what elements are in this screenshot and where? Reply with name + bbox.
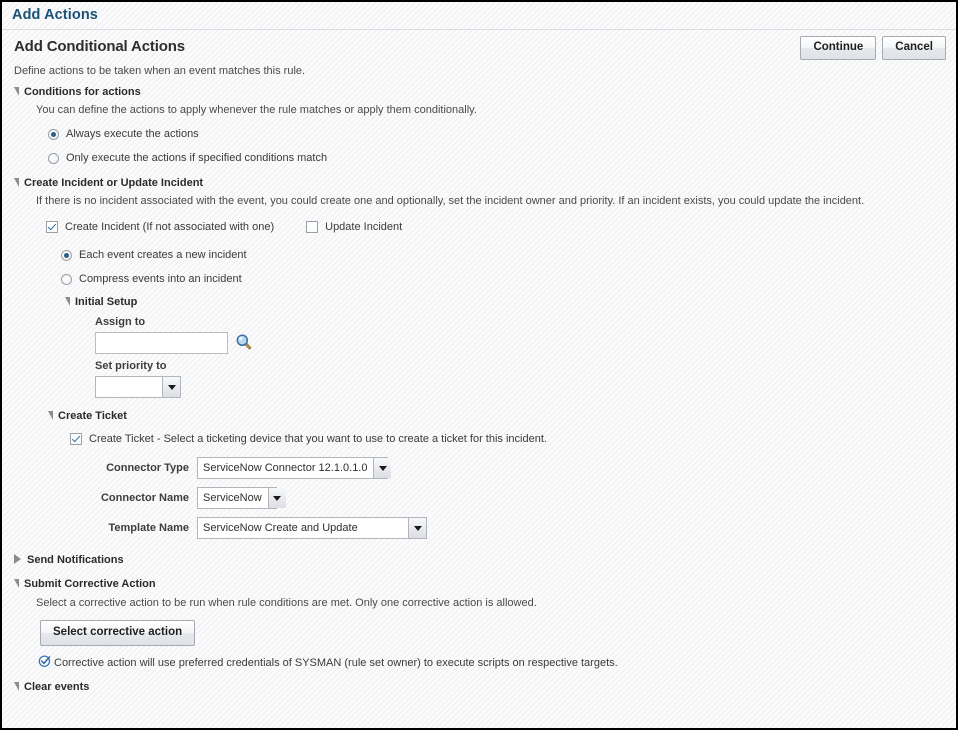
chevron-down-icon[interactable] — [373, 458, 392, 478]
connector-name-select[interactable]: ServiceNow — [197, 487, 286, 509]
connector-name-label: Connector Name — [100, 492, 189, 504]
triangle-down-icon[interactable] — [14, 681, 19, 691]
section-description: Define actions to be taken when an event… — [14, 65, 306, 77]
create-ticket-checkbox-label[interactable]: Create Ticket - Select a ticketing devic… — [89, 433, 547, 445]
triangle-down-icon[interactable] — [14, 578, 19, 588]
corrective-action-note-row: Corrective action will use preferred cre… — [38, 654, 956, 671]
radio-always-execute-label[interactable]: Always execute the actions — [66, 128, 199, 140]
section-conditions-for-actions[interactable]: Conditions for actions — [14, 86, 956, 98]
incident-section-title: Create Incident or Update Incident — [24, 177, 204, 189]
clear-events-title: Clear events — [24, 681, 90, 693]
conditions-title: Conditions for actions — [24, 86, 141, 98]
create-ticket-title: Create Ticket — [58, 410, 127, 422]
section-title: Add Conditional Actions — [14, 38, 185, 55]
section-submit-corrective-action[interactable]: Submit Corrective Action — [14, 578, 956, 590]
corrective-action-note: Corrective action will use preferred cre… — [54, 656, 618, 669]
radio-button-indicator[interactable] — [61, 273, 72, 285]
assign-to-input[interactable] — [95, 332, 228, 354]
add-actions-window: Add Actions Add Conditional Actions Cont… — [0, 0, 958, 730]
check-circle-icon — [38, 654, 52, 671]
header-button-group: Continue Cancel — [800, 36, 946, 60]
radio-conditional-execute[interactable]: Only execute the actions if specified co… — [48, 149, 956, 167]
triangle-right-icon[interactable] — [14, 554, 21, 564]
triangle-down-icon[interactable] — [14, 86, 19, 96]
radio-compress-events-label[interactable]: Compress events into an incident — [79, 273, 242, 285]
initial-setup-title: Initial Setup — [75, 296, 138, 308]
subsection-create-ticket[interactable]: Create Ticket — [48, 410, 956, 422]
corrective-action-description: Select a corrective action to be run whe… — [36, 597, 537, 609]
triangle-down-icon[interactable] — [14, 177, 19, 187]
radio-compress-events[interactable]: Compress events into an incident — [61, 270, 956, 288]
send-notifications-title: Send Notifications — [27, 554, 124, 566]
incident-checkbox-row: Create Incident (If not associated with … — [46, 218, 956, 236]
set-priority-value — [96, 377, 162, 397]
continue-button[interactable]: Continue — [800, 36, 877, 60]
search-icon[interactable] — [236, 334, 252, 353]
set-priority-select[interactable] — [95, 376, 181, 398]
create-ticket-checkbox[interactable] — [70, 433, 82, 445]
assign-to-field-group: Assign to — [95, 316, 956, 354]
radio-conditional-execute-label[interactable]: Only execute the actions if specified co… — [66, 152, 327, 164]
update-incident-checkbox[interactable] — [306, 221, 319, 233]
connector-type-value: ServiceNow Connector 12.1.0.1.0 — [198, 458, 374, 478]
create-incident-label[interactable]: Create Incident (If not associated with … — [65, 221, 274, 233]
set-priority-field-group: Set priority to — [95, 360, 956, 400]
radio-button-indicator[interactable] — [48, 152, 59, 164]
radio-button-indicator[interactable] — [48, 128, 59, 140]
template-name-select[interactable]: ServiceNow Create and Update — [197, 517, 427, 539]
template-name-label: Template Name — [108, 522, 190, 534]
triangle-down-icon[interactable] — [48, 410, 53, 420]
connector-type-row: Connector Type ServiceNow Connector 12.1… — [91, 456, 956, 480]
subsection-initial-setup[interactable]: Initial Setup — [65, 296, 956, 308]
template-name-row: Template Name ServiceNow Create and Upda… — [91, 516, 956, 540]
assign-to-label: Assign to — [95, 316, 146, 328]
chevron-down-icon[interactable] — [162, 377, 180, 397]
section-clear-events[interactable]: Clear events — [14, 681, 956, 693]
page-title: Add Actions — [12, 7, 98, 23]
connector-type-label: Connector Type — [106, 462, 189, 474]
cancel-button[interactable]: Cancel — [882, 36, 946, 60]
conditions-description: You can define the actions to apply when… — [36, 104, 477, 116]
radio-each-event-label[interactable]: Each event creates a new incident — [79, 249, 247, 261]
triangle-down-icon[interactable] — [65, 296, 70, 306]
select-corrective-action-button[interactable]: Select corrective action — [40, 620, 196, 646]
radio-always-execute[interactable]: Always execute the actions — [48, 125, 956, 143]
create-incident-checkbox[interactable] — [46, 221, 58, 233]
section-header: Add Conditional Actions Continue Cancel — [2, 30, 956, 60]
section-send-notifications[interactable]: Send Notifications — [14, 554, 956, 566]
set-priority-label: Set priority to — [95, 360, 167, 372]
incident-section-description: If there is no incident associated with … — [36, 195, 865, 207]
page-header: Add Actions — [2, 2, 956, 30]
radio-each-event-new-incident[interactable]: Each event creates a new incident — [61, 246, 956, 264]
create-ticket-checkbox-row[interactable]: Create Ticket - Select a ticketing devic… — [70, 430, 956, 448]
template-name-value: ServiceNow Create and Update — [198, 518, 408, 538]
corrective-action-title: Submit Corrective Action — [24, 578, 156, 590]
connector-name-value: ServiceNow — [198, 488, 268, 508]
section-create-or-update-incident[interactable]: Create Incident or Update Incident — [14, 177, 956, 189]
connector-type-select[interactable]: ServiceNow Connector 12.1.0.1.0 — [197, 457, 392, 479]
chevron-down-icon[interactable] — [267, 488, 286, 508]
radio-button-indicator[interactable] — [61, 249, 72, 261]
chevron-down-icon[interactable] — [408, 518, 426, 538]
connector-name-row: Connector Name ServiceNow — [91, 486, 956, 510]
update-incident-label[interactable]: Update Incident — [325, 221, 402, 233]
